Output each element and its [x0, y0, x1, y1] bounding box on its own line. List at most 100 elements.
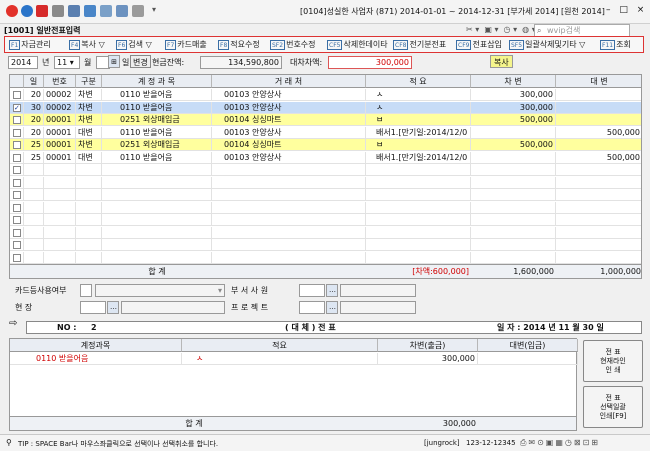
empty-row[interactable] [10, 164, 641, 176]
card-select[interactable]: ▾ [95, 284, 225, 297]
empty-row[interactable] [10, 214, 641, 226]
fn-button-insert[interactable]: CF9 전표삽입 [456, 39, 502, 51]
row-checkbox[interactable] [13, 228, 21, 237]
empty-row[interactable] [10, 176, 641, 189]
help-icon[interactable] [21, 5, 33, 17]
row-checkbox[interactable] [13, 178, 21, 187]
close-screen-icon[interactable] [36, 5, 48, 17]
row-checkbox-cell [10, 226, 24, 239]
row-checkbox[interactable] [13, 128, 21, 137]
cell-no: 00001 [44, 151, 76, 164]
empty-row[interactable] [10, 239, 641, 251]
expand-icon[interactable]: ▾ [152, 5, 160, 17]
row-checkbox[interactable] [13, 253, 21, 262]
chevron-down-icon[interactable]: ▽ [579, 40, 585, 49]
diff-value: 300,000 [328, 56, 412, 69]
row-checkbox[interactable]: ✓ [13, 103, 21, 112]
month-select[interactable]: 11 ▾ [54, 56, 80, 69]
fn-button-deleted[interactable]: CF5 삭제한데이타 [327, 39, 388, 51]
tools-icons[interactable]: ✂ ▾ ▣ ▾ ◷ ▾ ◍ ▾ [466, 25, 536, 34]
delete-icon[interactable] [116, 5, 128, 17]
slip-row[interactable]: 0110 받을어음 ㅅ 300,000 [10, 353, 578, 365]
row-checkbox[interactable] [13, 166, 21, 174]
row-checkbox-cell [10, 239, 24, 251]
empty-cell [471, 176, 556, 189]
row-checkbox[interactable] [13, 216, 21, 224]
site-code-input[interactable] [80, 301, 106, 314]
fn-button-search[interactable]: F6 검색 ▽ [116, 39, 152, 51]
project-lookup-icon[interactable]: … [326, 301, 338, 314]
calendar-icon[interactable] [68, 5, 80, 17]
table-row[interactable]: ✓ 30 00002 차변 0110 받을어음 00103 안양상사 ㅅ 300,000 [10, 101, 641, 114]
save-icon[interactable] [84, 5, 96, 17]
cell-day: 20 [24, 89, 44, 101]
empty-row[interactable] [10, 189, 641, 201]
fn-button-bulk[interactable]: SF5 일괄삭제및기타 ▽ [509, 39, 585, 51]
site-lookup-icon[interactable]: … [107, 301, 119, 314]
change-button[interactable]: 변경 [130, 55, 151, 68]
row-checkbox[interactable] [13, 141, 21, 149]
row-checkbox[interactable] [13, 241, 21, 249]
row-checkbox[interactable] [13, 91, 21, 99]
copy-button[interactable]: 복사 [490, 55, 513, 68]
minimize-icon[interactable]: – [606, 5, 611, 15]
table-row[interactable]: 20 00001 대변 0110 받을어음 00103 안양상사 배서1.[만기일:201… [10, 126, 641, 139]
row-checkbox[interactable] [13, 203, 21, 212]
day-calendar-icon[interactable]: ⊞ [108, 55, 120, 68]
fn-button-card[interactable]: F7 카드매출 [165, 39, 207, 51]
empty-cell [471, 239, 556, 251]
row-checkbox[interactable] [13, 153, 21, 162]
cell-type: 차변 [76, 101, 102, 114]
empty-row[interactable] [10, 226, 641, 239]
print-current-line-button[interactable]: 전 표 현재라인 인 쇄 [583, 340, 643, 382]
table-row[interactable]: 20 00002 차변 0110 받을어음 00103 안양상사 ㅅ 300,000 [10, 89, 641, 101]
row-checkbox[interactable] [13, 191, 21, 199]
fn-label: 자금관리 [21, 40, 51, 49]
status-icons[interactable]: ⎙✉⊙▣▦◷⊠⊡⊞ [520, 438, 600, 448]
slip-cell-credit [478, 353, 578, 365]
fn-label: 일괄삭제및기타 [525, 40, 577, 49]
fn-button-no-edit[interactable]: SF2 번호수정 [270, 39, 316, 51]
cell-acct: 0251 외상매입금 [102, 114, 212, 126]
dept-lookup-icon[interactable]: … [326, 284, 338, 297]
empty-cell [102, 226, 212, 239]
dept-code-input[interactable] [299, 284, 325, 297]
empty-row[interactable] [10, 201, 641, 214]
year-input[interactable]: 2014 [8, 56, 38, 69]
slip-col-credit: 대변(입금) [478, 339, 578, 352]
project-code-input[interactable] [299, 301, 325, 314]
fn-button-prior[interactable]: CF8 전기분전표 [393, 39, 446, 51]
print-selected-button[interactable]: 전 표 선택일괄 인쇄[F9] [583, 386, 643, 428]
table-row[interactable]: 25 00001 대변 0110 받을어음 00103 안양상사 배서1.[만기일:201… [10, 151, 641, 164]
fn-button-fund[interactable]: F1 자금관리 [9, 39, 51, 51]
cell-memo: 배서1.[만기일:2014/12/0 [366, 151, 471, 164]
fn-button-query[interactable]: F11 조회 [600, 39, 631, 51]
cell-day: 30 [24, 101, 44, 114]
slip-arrow-icon: ⇨ [9, 318, 18, 329]
empty-cell [76, 176, 102, 189]
chevron-down-icon[interactable]: ▽ [146, 40, 152, 49]
view-icon[interactable] [132, 5, 144, 17]
fn-button-memo-edit[interactable]: F8 적요수정 [218, 39, 260, 51]
cell-type: 차변 [76, 114, 102, 126]
print-icon[interactable] [52, 5, 64, 17]
empty-cell [212, 239, 366, 251]
col-day: 일 [24, 75, 44, 88]
row-checkbox-cell [10, 139, 24, 151]
fn-button-copy[interactable]: F4 복사 ▽ [69, 39, 105, 51]
code-icon[interactable] [100, 5, 112, 17]
window-controls[interactable]: – □ × [606, 5, 644, 15]
empty-row[interactable] [10, 251, 641, 264]
card-code-input[interactable] [80, 284, 92, 297]
row-checkbox[interactable] [13, 116, 21, 124]
row-checkbox-cell [10, 214, 24, 226]
slip-sum-credit [478, 417, 576, 431]
cell-acct: 0251 외상매입금 [102, 139, 212, 151]
cell-cust: 00103 안양상사 [212, 151, 366, 164]
table-row[interactable]: 20 00001 차변 0251 외상매입금 00104 싱싱마트 ㅂ 500,000 [10, 114, 641, 126]
month-label: 월 [84, 58, 92, 67]
maximize-icon[interactable]: □ [619, 5, 628, 15]
close-icon[interactable]: × [637, 5, 645, 15]
chevron-down-icon[interactable]: ▽ [99, 40, 105, 49]
table-row[interactable]: 25 00001 차변 0251 외상매입금 00104 싱싱마트 ㅂ 500,000 [10, 139, 641, 151]
